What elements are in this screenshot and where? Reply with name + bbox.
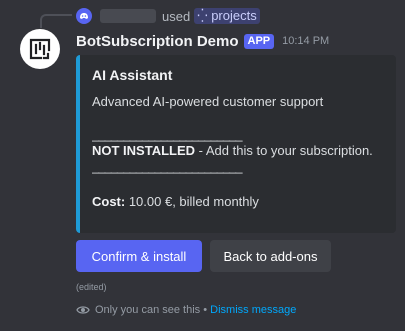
reply-used-text: used	[162, 8, 191, 24]
cost-label: Cost:	[92, 194, 126, 209]
bot-avatar[interactable]	[20, 29, 60, 69]
confirm-install-button[interactable]: Confirm & install	[76, 240, 202, 272]
edited-indicator: (edited)	[76, 282, 107, 292]
only-you-text: Only you can see this	[95, 304, 201, 316]
reply-connector-line	[40, 14, 72, 28]
eye-icon	[76, 305, 90, 315]
command-name: projects	[211, 8, 257, 23]
install-status: NOT INSTALLED - Add this to your subscri…	[92, 142, 382, 160]
message-header: BotSubscription Demo APP 10:14 PM	[76, 31, 329, 51]
ephemeral-notice: Only you can see this • Dismiss message	[76, 304, 296, 316]
dismiss-message-link[interactable]: Dismiss message	[210, 304, 296, 316]
addon-embed: AI Assistant Advanced AI-powered custome…	[76, 55, 396, 233]
discord-icon	[76, 8, 92, 24]
bot-logo-icon	[29, 38, 51, 60]
command-icon: ⁛	[197, 8, 208, 23]
footer-separator: •	[200, 304, 211, 316]
slash-command-mention[interactable]: ⁛ projects	[194, 8, 260, 24]
back-to-addons-button[interactable]: Back to add-ons	[210, 240, 331, 272]
status-label: NOT INSTALLED	[92, 143, 196, 158]
app-badge: APP	[243, 33, 275, 49]
message-timestamp[interactable]: 10:14 PM	[282, 35, 329, 47]
status-text: - Add this to your subscription.	[195, 143, 373, 158]
cost-value: 10.00 €, billed monthly	[125, 194, 259, 209]
cost-line: Cost: 10.00 €, billed monthly	[92, 194, 382, 210]
reply-context[interactable]: used ⁛ projects	[76, 7, 260, 25]
embed-description: Advanced AI-powered customer support	[92, 94, 324, 109]
embed-divider-top: ________________________	[92, 128, 243, 142]
redacted-username	[100, 9, 156, 23]
bot-username[interactable]: BotSubscription Demo	[76, 33, 239, 50]
embed-divider-bottom: ________________________	[92, 160, 243, 174]
embed-title: AI Assistant	[92, 67, 173, 83]
